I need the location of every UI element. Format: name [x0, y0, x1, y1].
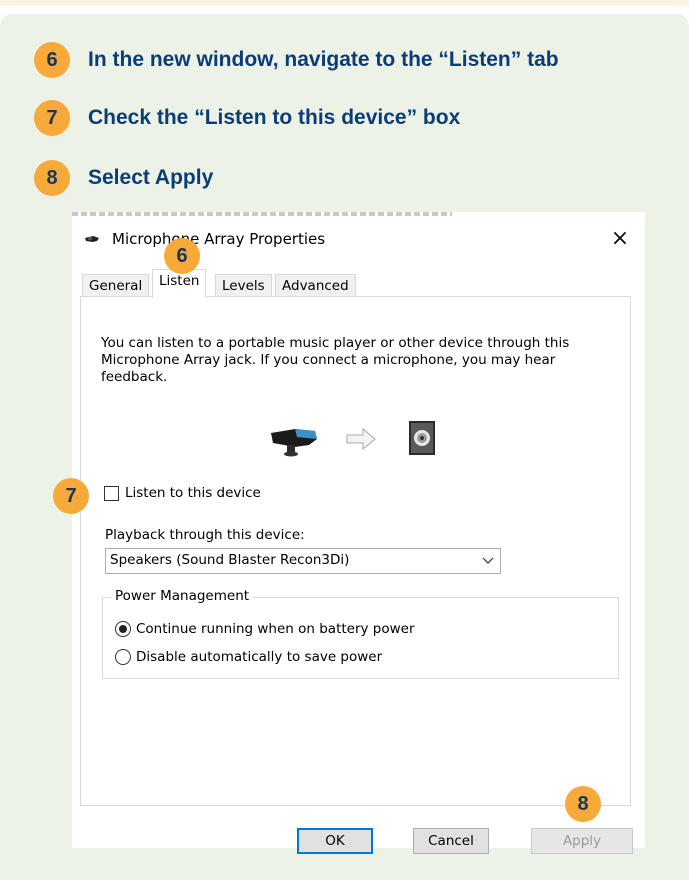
callout-badge-apply: 8 [565, 786, 601, 822]
close-icon[interactable]: × [607, 226, 633, 252]
listen-checkbox[interactable] [104, 485, 119, 501]
tab-levels[interactable]: Levels [215, 274, 272, 297]
cropped-edge [72, 212, 452, 216]
playback-device-select[interactable]: Speakers (Sound Blaster Recon3Di) [105, 548, 501, 574]
callout-badge-checkbox: 7 [53, 478, 89, 514]
apply-button[interactable]: Apply [531, 828, 633, 854]
step-badge: 8 [34, 160, 70, 196]
step-text: In the new window, navigate to the “List… [88, 48, 559, 71]
microphone-array-icon [271, 429, 317, 457]
tab-general[interactable]: General [82, 274, 150, 297]
chevron-down-icon [482, 557, 494, 564]
arrow-right-icon [346, 427, 376, 451]
step-text: Check the “Listen to this device” box [88, 106, 461, 129]
ok-button[interactable]: OK [297, 828, 373, 854]
radio-disable-automatically[interactable] [115, 649, 131, 665]
tab-advanced[interactable]: Advanced [275, 274, 356, 297]
step-7: 7 Check the “Listen to this device” box [34, 100, 460, 136]
listen-checkbox-row[interactable]: Listen to this device [104, 485, 261, 501]
radio-label: Continue running when on battery power [136, 621, 415, 637]
power-management-title: Power Management [111, 588, 254, 604]
playback-label: Playback through this device: [105, 527, 305, 543]
step-8: 8 Select Apply [34, 160, 213, 196]
step-6: 6 In the new window, navigate to the “Li… [34, 42, 559, 78]
step-badge: 7 [34, 100, 70, 136]
title-bar: Microphone Array Properties × [72, 226, 645, 256]
listen-description: You can listen to a portable music playe… [101, 335, 570, 385]
properties-dialog: Microphone Array Properties × General Li… [72, 212, 645, 854]
device-diagram [271, 421, 435, 457]
speaker-icon [409, 421, 435, 455]
radio-label: Disable automatically to save power [136, 649, 383, 665]
top-strip [0, 0, 689, 6]
cancel-button[interactable]: Cancel [413, 828, 489, 854]
microphone-icon [85, 236, 99, 242]
playback-selected-value: Speakers (Sound Blaster Recon3Di) [110, 552, 350, 568]
listen-tab-page: You can listen to a portable music playe… [80, 296, 631, 806]
radio-continue-running[interactable] [115, 621, 131, 637]
step-badge: 6 [34, 42, 70, 78]
power-option-continue[interactable]: Continue running when on battery power [115, 621, 415, 637]
callout-badge-tab: 6 [164, 238, 200, 274]
power-option-disable[interactable]: Disable automatically to save power [115, 649, 382, 665]
power-management-group: Power Management Continue running when o… [102, 588, 619, 679]
dialog-title: Microphone Array Properties [112, 230, 326, 248]
listen-checkbox-label: Listen to this device [125, 485, 261, 501]
step-text: Select Apply [88, 166, 214, 189]
